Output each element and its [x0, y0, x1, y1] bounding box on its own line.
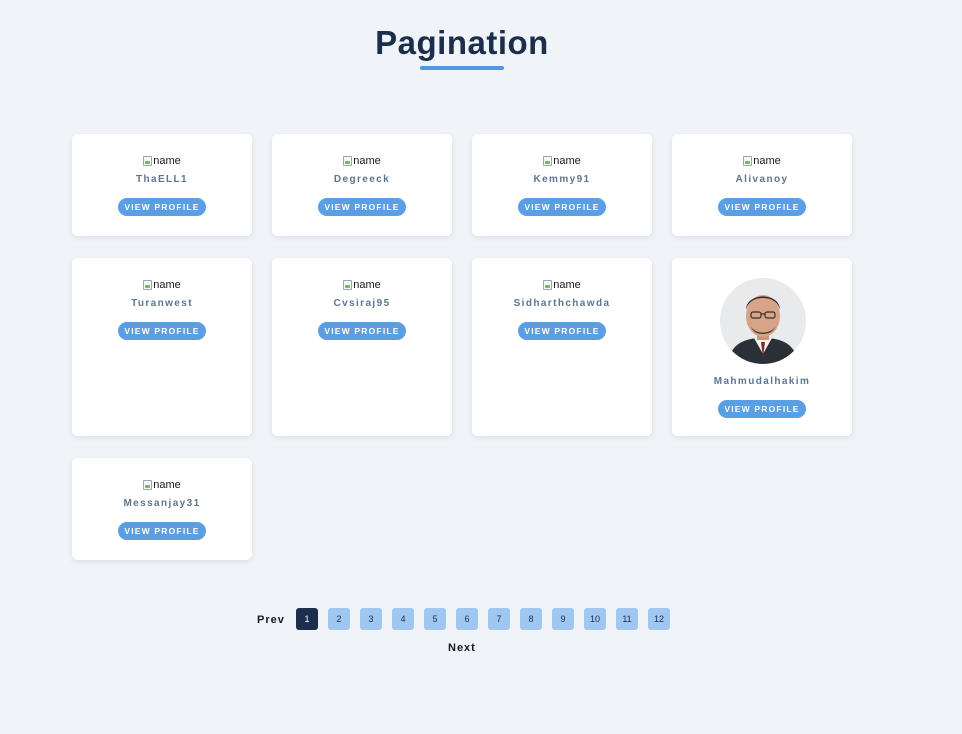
- profile-card: name Turanwest VIEW PROFILE: [72, 258, 252, 436]
- page-button-6[interactable]: 6: [456, 608, 478, 630]
- page-title: Pagination: [375, 24, 549, 61]
- profile-username: Mahmudalhakim: [713, 376, 811, 387]
- view-profile-button[interactable]: VIEW PROFILE: [718, 198, 806, 216]
- prev-button[interactable]: Prev: [257, 614, 285, 626]
- broken-image-icon: name: [272, 154, 452, 168]
- page-button-3[interactable]: 3: [360, 608, 382, 630]
- profile-card: name Messanjay31 VIEW PROFILE: [72, 458, 252, 560]
- page-button-2[interactable]: 2: [328, 608, 350, 630]
- profile-username: Sidharthchawda: [513, 298, 611, 309]
- view-profile-button[interactable]: VIEW PROFILE: [118, 198, 206, 216]
- view-profile-button[interactable]: VIEW PROFILE: [518, 322, 606, 340]
- view-profile-button[interactable]: VIEW PROFILE: [518, 198, 606, 216]
- page-button-8[interactable]: 8: [520, 608, 542, 630]
- avatar-portrait-icon: [720, 278, 806, 364]
- profile-username: Turanwest: [131, 298, 193, 309]
- view-profile-button[interactable]: VIEW PROFILE: [718, 400, 806, 418]
- page-button-5[interactable]: 5: [424, 608, 446, 630]
- view-profile-button[interactable]: VIEW PROFILE: [118, 322, 206, 340]
- profile-card: name ThaELL1 VIEW PROFILE: [72, 134, 252, 236]
- page-button-11[interactable]: 11: [616, 608, 638, 630]
- profile-avatar: [720, 278, 806, 364]
- view-profile-button[interactable]: VIEW PROFILE: [318, 198, 406, 216]
- broken-image-icon: name: [472, 154, 652, 168]
- broken-image-icon: name: [72, 478, 252, 492]
- page-button-10[interactable]: 10: [584, 608, 606, 630]
- profile-username: Alivanoy: [735, 174, 789, 185]
- title-underline: [420, 66, 504, 70]
- broken-image-icon: name: [472, 278, 652, 292]
- profile-card: name Kemmy91 VIEW PROFILE: [472, 134, 652, 236]
- page-button-4[interactable]: 4: [392, 608, 414, 630]
- profile-card: name Alivanoy VIEW PROFILE: [672, 134, 852, 236]
- broken-image-icon: name: [672, 154, 852, 168]
- page-button-1[interactable]: 1: [296, 608, 318, 630]
- profile-card: name Degreeck VIEW PROFILE: [272, 134, 452, 236]
- broken-image-icon: name: [272, 278, 452, 292]
- page-button-7[interactable]: 7: [488, 608, 510, 630]
- view-profile-button[interactable]: VIEW PROFILE: [318, 322, 406, 340]
- page-button-9[interactable]: 9: [552, 608, 574, 630]
- next-button[interactable]: Next: [448, 642, 476, 654]
- profile-username: Messanjay31: [123, 498, 201, 509]
- profile-username: Kemmy91: [533, 174, 591, 185]
- profile-username: Cvsiraj95: [333, 298, 391, 309]
- profile-card: name Sidharthchawda VIEW PROFILE: [472, 258, 652, 436]
- view-profile-button[interactable]: VIEW PROFILE: [118, 522, 206, 540]
- profile-card: Mahmudalhakim VIEW PROFILE: [672, 258, 852, 436]
- profile-username: ThaELL1: [135, 174, 189, 185]
- profile-card: name Cvsiraj95 VIEW PROFILE: [272, 258, 452, 436]
- profile-username: Degreeck: [333, 174, 391, 185]
- page-button-12[interactable]: 12: [648, 608, 670, 630]
- broken-image-icon: name: [72, 154, 252, 168]
- broken-image-icon: name: [72, 278, 252, 292]
